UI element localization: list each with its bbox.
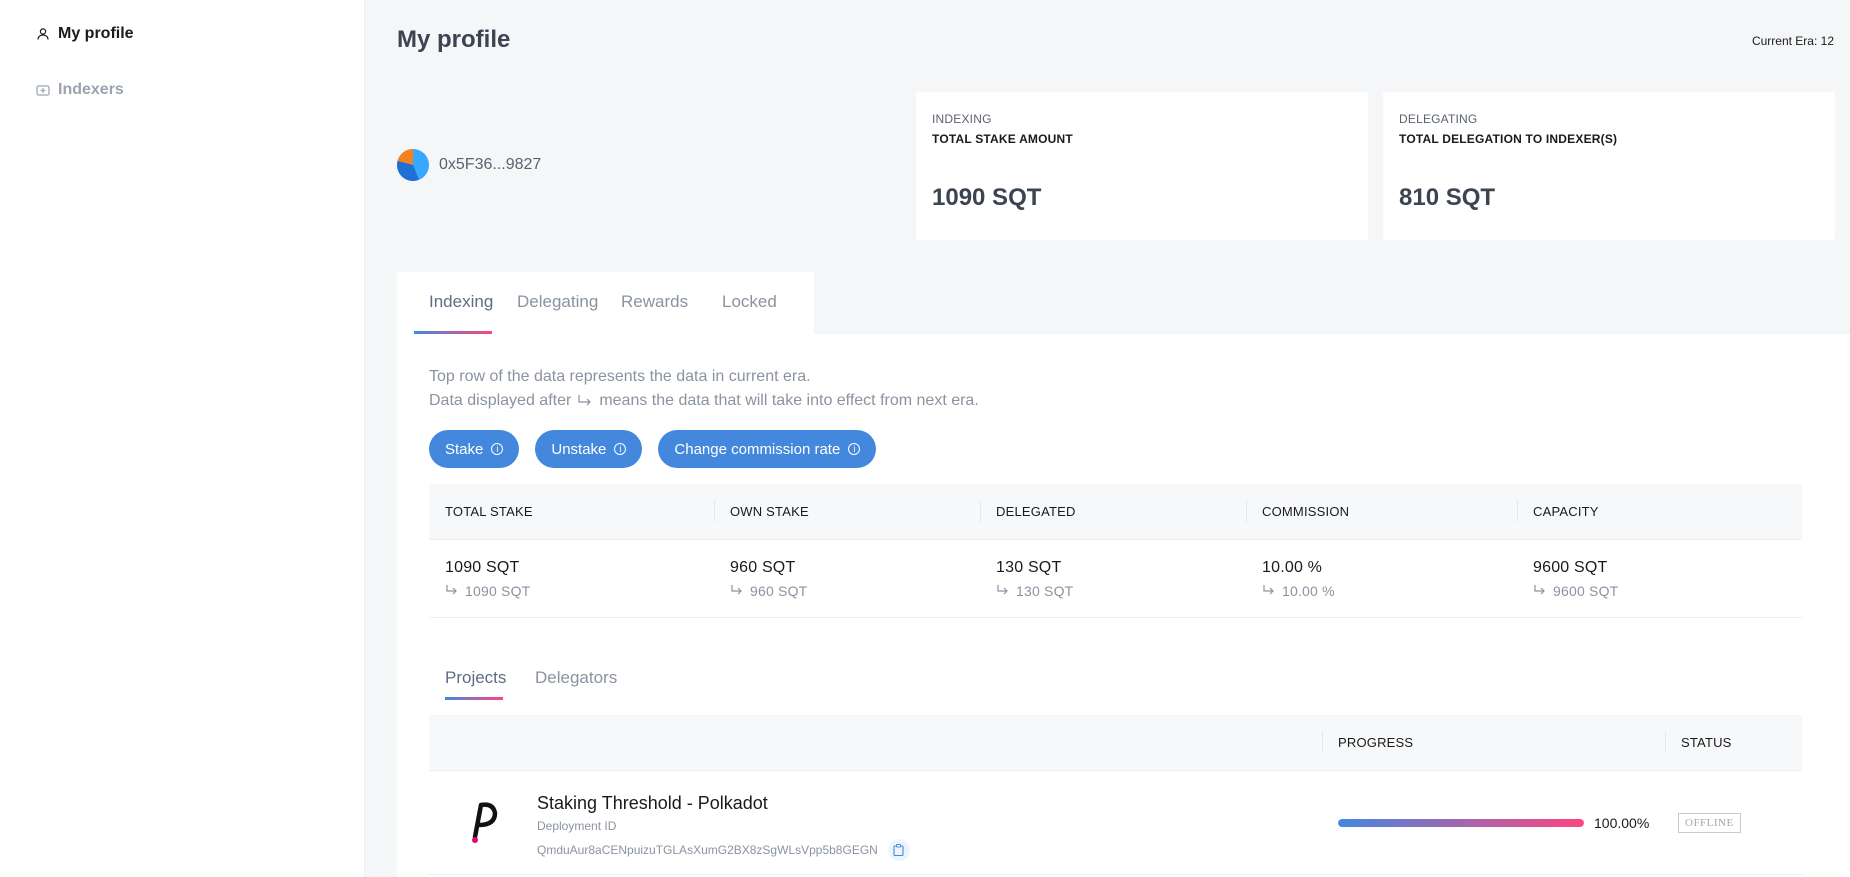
action-buttons: Stake i Unstake i Change commission rate… — [429, 430, 877, 468]
header-own-stake: OWN STAKE — [714, 500, 980, 522]
tab-projects[interactable]: Projects — [445, 668, 506, 688]
page-title: My profile — [397, 26, 511, 53]
cell-capacity: 9600 SQT 9600 SQT — [1517, 559, 1802, 599]
next-era-arrow-icon — [578, 395, 592, 406]
cell-total-stake: 1090 SQT 1090 SQT — [429, 559, 714, 599]
info-icon: i — [614, 443, 627, 455]
stat-card-delegating: DELEGATING TOTAL DELEGATION TO INDEXER(S… — [1383, 92, 1835, 240]
next-value: 960 SQT — [730, 583, 980, 599]
stat-card-indexing: INDEXING TOTAL STAKE AMOUNT 1090 SQT — [916, 92, 1368, 240]
tab-locked[interactable]: Locked — [722, 292, 777, 312]
account-info: 0x5F36...9827 — [397, 149, 541, 181]
current-value: 130 SQT — [996, 558, 1062, 576]
next-value-text: 130 SQT — [1016, 582, 1074, 599]
header-total-stake: TOTAL STAKE — [445, 504, 533, 519]
info-icon: i — [848, 443, 861, 455]
progress-bar — [1338, 819, 1584, 827]
description-line-2: Data displayed after means the data that… — [429, 392, 979, 410]
cell-delegated: 130 SQT 130 SQT — [980, 559, 1246, 599]
tab-indexing[interactable]: Indexing — [429, 292, 493, 312]
current-era: Current Era: 12 — [1751, 34, 1834, 48]
next-value-text: 10.00 % — [1282, 582, 1335, 599]
stat-overline: INDEXING — [932, 112, 992, 126]
deployment-label: Deployment ID — [537, 819, 617, 833]
current-value: 960 SQT — [730, 558, 796, 576]
sub-tab-active-indicator — [445, 697, 503, 700]
projects-table-header: PROGRESS STATUS — [429, 715, 1802, 771]
deployment-id: QmduAur8aCENpuizuTGLAsXumG2BX8zSgWLsVpp5… — [537, 839, 910, 861]
next-value: 1090 SQT — [445, 583, 714, 599]
description-line-1: Top row of the data represents the data … — [429, 368, 811, 385]
next-value: 9600 SQT — [1533, 583, 1802, 599]
table-row: 1090 SQT 1090 SQT 960 SQT 960 SQT 130 SQ… — [429, 540, 1802, 618]
next-era-arrow-icon — [1263, 585, 1274, 595]
header-status: STATUS — [1665, 731, 1732, 753]
unstake-button[interactable]: Unstake i — [535, 430, 643, 468]
unstake-button-label: Unstake — [551, 440, 607, 458]
next-era-arrow-icon — [731, 585, 742, 595]
sidebar-item-indexers[interactable]: Indexers — [36, 81, 124, 99]
header-capacity: CAPACITY — [1517, 500, 1802, 522]
account-avatar — [397, 149, 429, 181]
tab-rewards[interactable]: Rewards — [621, 292, 688, 312]
current-value: 10.00 % — [1262, 558, 1323, 576]
change-commission-button[interactable]: Change commission rate i — [658, 430, 877, 468]
info-icon: i — [491, 443, 504, 455]
stake-table-header: TOTAL STAKE OWN STAKE DELEGATED COMMISSI… — [429, 484, 1802, 540]
next-value-text: 1090 SQT — [465, 582, 531, 599]
stat-label: TOTAL STAKE AMOUNT — [932, 132, 1073, 146]
sidebar-item-label: My profile — [58, 25, 134, 42]
stat-overline: DELEGATING — [1399, 112, 1478, 126]
next-value: 10.00 % — [1262, 583, 1517, 599]
next-era-arrow-icon — [1534, 585, 1545, 595]
cell-commission: 10.00 % 10.00 % — [1246, 559, 1517, 599]
current-value: 1090 SQT — [445, 558, 520, 576]
sidebar-item-label: Indexers — [58, 81, 124, 98]
description-suffix: means the data that will take into effec… — [599, 392, 979, 409]
next-era-arrow-icon — [997, 585, 1008, 595]
user-icon — [37, 28, 49, 40]
deployment-id-text: QmduAur8aCENpuizuTGLAsXumG2BX8zSgWLsVpp5… — [537, 843, 878, 857]
indexing-panel: Top row of the data represents the data … — [397, 334, 1850, 877]
next-value: 130 SQT — [996, 583, 1246, 599]
profile-tabs: Indexing Delegating Rewards Locked — [397, 272, 814, 334]
sidebar-item-my-profile[interactable]: My profile — [36, 25, 134, 43]
progress-text: 100.00% — [1594, 815, 1650, 831]
next-era-arrow-icon — [446, 585, 457, 595]
copy-button[interactable] — [887, 839, 910, 861]
progress-fill — [1338, 819, 1584, 827]
header-progress: PROGRESS — [1321, 731, 1414, 753]
sidebar: My profile Indexers — [0, 0, 365, 877]
projects-table: PROGRESS STATUS Staking Threshold - Polk… — [429, 715, 1802, 875]
tab-delegating[interactable]: Delegating — [517, 292, 598, 312]
clipboard-icon — [893, 844, 904, 856]
stat-value: 1090 SQT — [932, 184, 1042, 211]
description-prefix: Data displayed after — [429, 392, 572, 409]
stake-table: TOTAL STAKE OWN STAKE DELEGATED COMMISSI… — [429, 484, 1802, 618]
current-value: 9600 SQT — [1533, 558, 1608, 576]
indexer-icon — [36, 85, 50, 96]
next-value-text: 9600 SQT — [1553, 582, 1619, 599]
cell-own-stake: 960 SQT 960 SQT — [714, 559, 980, 599]
header-delegated: DELEGATED — [980, 500, 1246, 522]
next-value-text: 960 SQT — [750, 582, 808, 599]
stat-label: TOTAL DELEGATION TO INDEXER(S) — [1399, 132, 1618, 146]
header-commission: COMMISSION — [1246, 500, 1517, 522]
status-badge: OFFLINE — [1678, 813, 1741, 833]
stake-button[interactable]: Stake i — [429, 430, 520, 468]
table-row[interactable]: Staking Threshold - Polkadot Deployment … — [429, 771, 1802, 875]
account-address: 0x5F36...9827 — [439, 156, 542, 173]
stake-button-label: Stake — [445, 440, 484, 458]
polkadot-logo-icon — [472, 802, 498, 843]
tab-delegators[interactable]: Delegators — [535, 668, 617, 688]
stat-value: 810 SQT — [1399, 184, 1496, 211]
change-commission-label: Change commission rate — [674, 440, 841, 458]
project-name: Staking Threshold - Polkadot — [537, 793, 768, 813]
main-content: My profile Current Era: 12 0x5F36...9827… — [365, 0, 1850, 877]
